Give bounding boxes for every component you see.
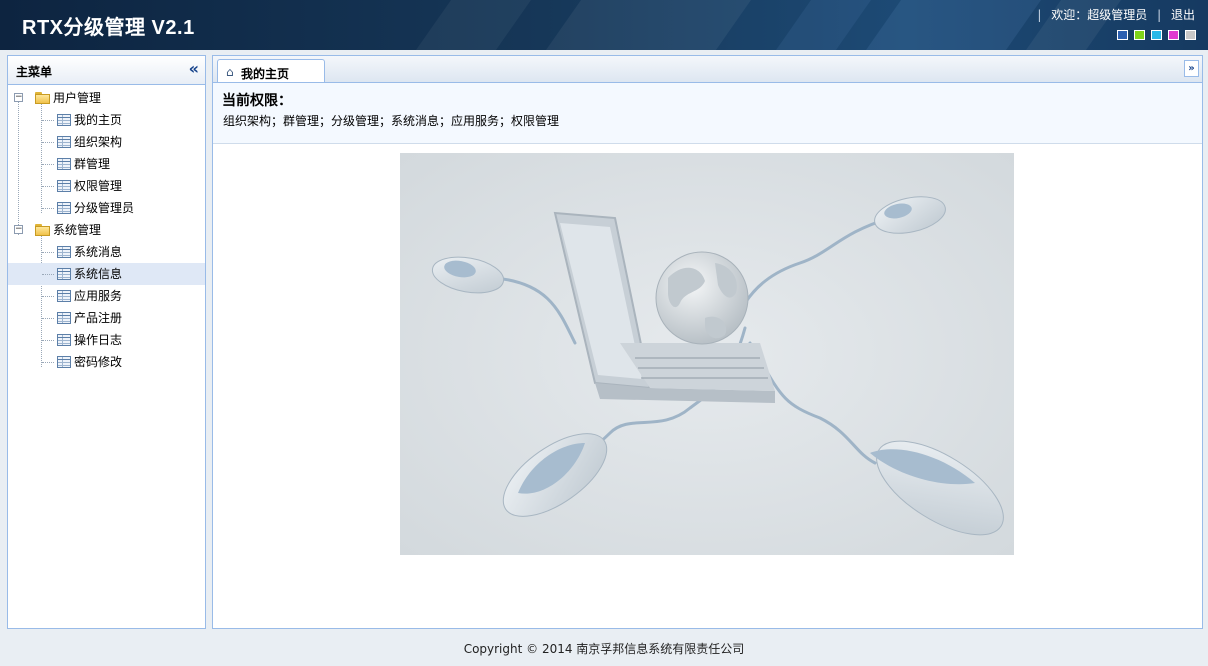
theme-swatches bbox=[1117, 30, 1196, 40]
page-icon bbox=[57, 334, 71, 346]
page-icon bbox=[57, 158, 71, 170]
folder-icon bbox=[35, 224, 50, 236]
sidebar-header: 主菜单 « bbox=[8, 56, 205, 85]
menu-tree: − 用户管理 我的主页 组织架构 群管理 权限管理 分级管理员 − 系统管理 系… bbox=[8, 85, 205, 373]
page-icon bbox=[57, 246, 71, 258]
user-bar: | 欢迎：超级管理员 | 退出 bbox=[1037, 8, 1195, 22]
sidebar-item-app-services[interactable]: 应用服务 bbox=[8, 285, 205, 307]
theme-swatch-cyan[interactable] bbox=[1151, 30, 1162, 40]
sidebar-item-tier-admins[interactable]: 分级管理员 bbox=[8, 197, 205, 219]
sidebar-item-home[interactable]: 我的主页 bbox=[8, 109, 205, 131]
main-panel: ⌂ 我的主页 » 当前权限： 组织架构；群管理；分级管理；系统消息；应用服务；权… bbox=[212, 55, 1203, 629]
sidebar-item-operation-log[interactable]: 操作日志 bbox=[8, 329, 205, 351]
collapse-toggle-icon[interactable]: − bbox=[14, 225, 23, 234]
welcome-text: 欢迎：超级管理员 bbox=[1051, 8, 1148, 22]
tab-strip: ⌂ 我的主页 » bbox=[213, 56, 1202, 83]
sidebar-item-change-password[interactable]: 密码修改 bbox=[8, 351, 205, 373]
app-title: RTX分级管理 V2.1 bbox=[22, 17, 195, 39]
theme-swatch-pink[interactable] bbox=[1168, 30, 1179, 40]
sidebar-item-product-registration[interactable]: 产品注册 bbox=[8, 307, 205, 329]
sidebar-item-org-structure[interactable]: 组织架构 bbox=[8, 131, 205, 153]
theme-swatch-green[interactable] bbox=[1134, 30, 1145, 40]
logout-link[interactable]: 退出 bbox=[1171, 8, 1195, 22]
sidebar: 主菜单 « − 用户管理 我的主页 组织架构 群管理 权限管理 分级管理员 − … bbox=[7, 55, 206, 629]
page-icon bbox=[57, 268, 71, 280]
theme-swatch-blue[interactable] bbox=[1117, 30, 1128, 40]
permissions-panel: 当前权限： 组织架构；群管理；分级管理；系统消息；应用服务；权限管理 bbox=[213, 83, 1202, 144]
permissions-list: 组织架构；群管理；分级管理；系统消息；应用服务；权限管理 bbox=[223, 114, 560, 128]
sidebar-item-group-management[interactable]: 群管理 bbox=[8, 153, 205, 175]
hero-illustration bbox=[400, 153, 1014, 555]
permissions-title: 当前权限： bbox=[222, 93, 292, 109]
double-chevron-left-icon[interactable]: « bbox=[189, 60, 199, 78]
collapse-toggle-icon[interactable]: − bbox=[14, 93, 23, 102]
page-icon bbox=[57, 202, 71, 214]
sidebar-title: 主菜单 bbox=[16, 65, 53, 79]
page-icon bbox=[57, 312, 71, 324]
tree-group-user-management[interactable]: − 用户管理 bbox=[8, 87, 205, 109]
page-icon bbox=[57, 180, 71, 192]
footer-copyright: Copyright © 2014 南京孚邦信息系统有限责任公司 bbox=[463, 642, 745, 656]
page-icon bbox=[57, 290, 71, 302]
folder-icon bbox=[35, 92, 50, 104]
sidebar-item-system-messages[interactable]: 系统消息 bbox=[8, 241, 205, 263]
theme-swatch-gray[interactable] bbox=[1185, 30, 1196, 40]
page-icon bbox=[57, 114, 71, 126]
double-chevron-down-icon[interactable]: » bbox=[1184, 60, 1199, 77]
globe-icon bbox=[655, 251, 749, 345]
page-icon bbox=[57, 136, 71, 148]
home-icon: ⌂ bbox=[226, 65, 234, 79]
sidebar-item-system-info[interactable]: 系统信息 bbox=[8, 263, 205, 285]
page-icon bbox=[57, 356, 71, 368]
sidebar-item-permission-management[interactable]: 权限管理 bbox=[8, 175, 205, 197]
app-header: RTX分级管理 V2.1 | 欢迎：超级管理员 | 退出 bbox=[0, 0, 1208, 50]
tab-home[interactable]: ⌂ 我的主页 bbox=[217, 59, 325, 82]
tree-group-system-management[interactable]: − 系统管理 bbox=[8, 219, 205, 241]
